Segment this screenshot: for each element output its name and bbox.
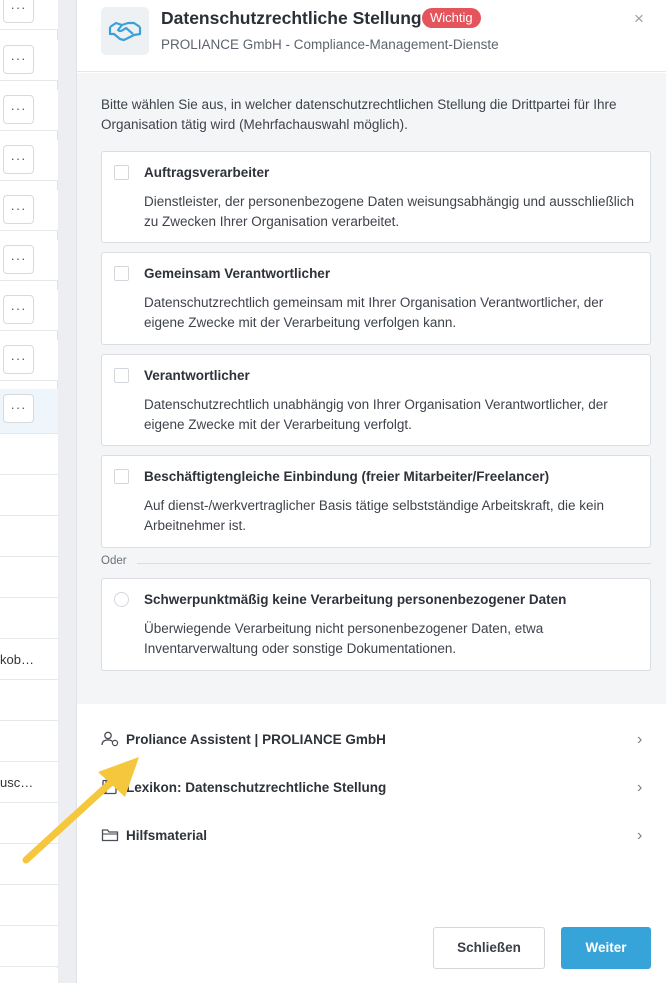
option-title: Verantwortlicher — [144, 368, 250, 383]
next-button[interactable]: Weiter — [561, 927, 651, 969]
table-row: ··· — [0, 290, 58, 331]
link-label: Proliance Assistent | PROLIANCE GmbH — [126, 732, 386, 747]
table-row — [0, 557, 58, 598]
row-actions-button[interactable]: ··· — [3, 394, 34, 423]
table-row: ··· — [0, 0, 58, 30]
option-title: Schwerpunktmäßig keine Verarbeitung pers… — [144, 592, 567, 607]
dialog-subtitle: PROLIANCE GmbH - Compliance-Management-D… — [161, 37, 499, 52]
option-card-gemeinsam-verantwortlicher[interactable]: Gemeinsam Verantwortlicher Datenschutzre… — [101, 252, 651, 345]
link-label: Hilfsmaterial — [126, 828, 208, 843]
row-actions-button[interactable]: ··· — [3, 345, 34, 374]
table-row — [0, 926, 58, 967]
close-button[interactable]: Schließen — [433, 927, 545, 969]
table-row — [0, 434, 58, 475]
importance-badge: Wichtig — [422, 8, 481, 28]
table-row: ··· — [0, 140, 58, 181]
link-hilfsmaterial[interactable]: Hilfsmaterial › — [77, 816, 666, 856]
option-description: Datenschutzrechtlich gemeinsam mit Ihrer… — [144, 295, 604, 330]
table-row — [0, 598, 58, 639]
table-row: ··· — [0, 90, 58, 131]
option-card-auftragsverarbeiter[interactable]: Auftragsverarbeiter Dienstleister, der p… — [101, 151, 651, 243]
option-description: Überwiegende Verarbeitung nicht personen… — [144, 621, 544, 656]
chevron-right-icon: › — [637, 827, 643, 844]
table-row: ··· — [0, 240, 58, 281]
row-actions-button[interactable]: ··· — [3, 245, 34, 274]
link-lexikon[interactable]: Lexikon: Datenschutzrechtliche Stellung … — [77, 768, 666, 808]
option-checkbox[interactable] — [114, 165, 129, 180]
option-card-keine-verarbeitung[interactable]: Schwerpunktmäßig keine Verarbeitung pers… — [101, 578, 651, 671]
table-row: ··· — [0, 40, 58, 81]
link-proliance-assistent[interactable]: Proliance Assistent | PROLIANCE GmbH › — [77, 720, 666, 760]
chevron-right-icon: › — [637, 731, 643, 748]
table-row — [0, 721, 58, 762]
row-actions-button[interactable]: ··· — [3, 0, 34, 23]
option-description: Auf dienst-/werkvertraglicher Basis täti… — [144, 498, 604, 533]
stellung-dialog: Datenschutzrechtliche Stellung Wichtig P… — [76, 0, 666, 983]
row-actions-button[interactable]: ··· — [3, 145, 34, 174]
option-checkbox[interactable] — [114, 469, 129, 484]
intro-text: Bitte wählen Sie aus, in welcher datensc… — [101, 97, 617, 132]
user-settings-icon — [101, 731, 119, 747]
table-row: ··· — [0, 190, 58, 231]
table-row: ··· — [0, 340, 58, 381]
handshake-icon — [101, 7, 149, 55]
table-row — [0, 885, 58, 926]
row-actions-button[interactable]: ··· — [3, 95, 34, 124]
table-row — [0, 475, 58, 516]
option-checkbox[interactable] — [114, 368, 129, 383]
table-row — [0, 680, 58, 721]
option-title: Gemeinsam Verantwortlicher — [144, 266, 331, 281]
row-text: usc… — [0, 775, 34, 790]
or-label: Oder — [101, 555, 127, 567]
row-actions-button[interactable]: ··· — [3, 45, 34, 74]
row-text: kob… — [0, 652, 34, 667]
row-actions-button[interactable]: ··· — [3, 295, 34, 324]
background-table: ··· ··· ··· ··· ··· ··· ··· ··· ··· kob…… — [0, 0, 58, 968]
table-row: usc… — [0, 762, 58, 803]
divider-line — [137, 563, 651, 564]
folder-icon — [101, 829, 119, 842]
dialog-title: Datenschutzrechtliche Stellung — [161, 8, 422, 28]
row-actions-button[interactable]: ··· — [3, 195, 34, 224]
option-title: Beschäftigtengleiche Einbindung (freier … — [144, 469, 550, 484]
table-row — [0, 516, 58, 557]
option-card-verantwortlicher[interactable]: Verantwortlicher Datenschutzrechtlich un… — [101, 354, 651, 446]
option-description: Dienstleister, der personenbezogene Date… — [144, 194, 635, 229]
overlay-gap — [58, 0, 76, 983]
close-icon[interactable]: × — [630, 10, 648, 28]
dialog-content: Bitte wählen Sie aus, in welcher datensc… — [77, 73, 666, 704]
chevron-right-icon: › — [637, 779, 643, 796]
option-checkbox[interactable] — [114, 266, 129, 281]
table-row — [0, 803, 58, 844]
option-card-beschaeftigtengleich[interactable]: Beschäftigtengleiche Einbindung (freier … — [101, 455, 651, 548]
table-row: kob… — [0, 639, 58, 680]
or-divider: Oder — [101, 555, 651, 571]
book-icon — [102, 779, 117, 795]
table-row-selected: ··· — [0, 389, 58, 434]
option-description: Datenschutzrechtlich unabhängig von Ihre… — [144, 397, 608, 432]
table-row — [0, 844, 58, 885]
dialog-header: Datenschutzrechtliche Stellung Wichtig P… — [77, 0, 666, 72]
option-radio[interactable] — [114, 592, 129, 607]
link-label: Lexikon: Datenschutzrechtliche Stellung — [126, 780, 387, 795]
option-title: Auftragsverarbeiter — [144, 165, 270, 180]
